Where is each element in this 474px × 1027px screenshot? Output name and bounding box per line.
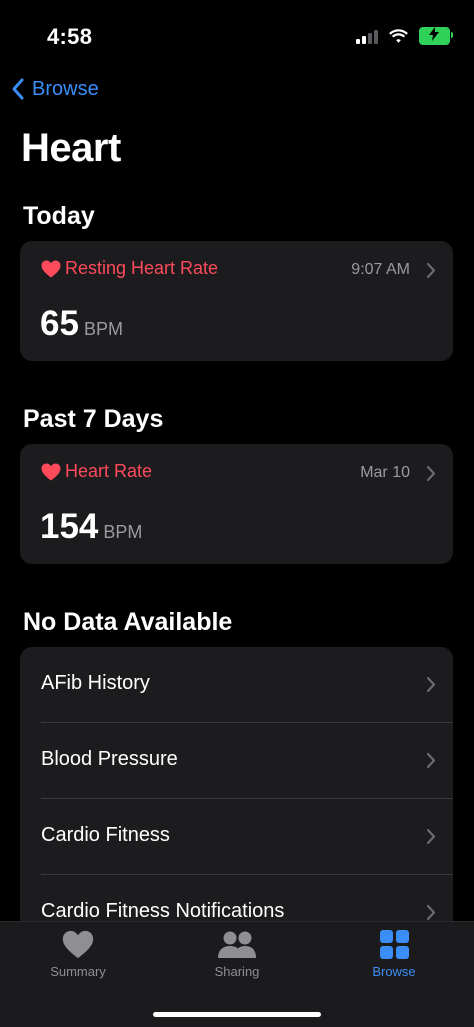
tab-summary[interactable]: Summary bbox=[18, 930, 138, 979]
list-item-label: Cardio Fitness Notifications bbox=[41, 900, 285, 922]
tab-label: Browse bbox=[372, 964, 416, 979]
list-item-cardio-fitness[interactable]: Cardio Fitness bbox=[20, 799, 453, 875]
heart-icon bbox=[62, 930, 94, 959]
heart-icon bbox=[41, 463, 61, 480]
no-data-list: AFib History Blood Pressure Cardio Fitne… bbox=[20, 647, 453, 947]
tab-bar: Summary Sharing Browse bbox=[0, 921, 474, 1027]
tab-browse[interactable]: Browse bbox=[334, 930, 454, 979]
metric-name: Heart Rate bbox=[65, 461, 153, 481]
people-icon bbox=[218, 931, 256, 958]
list-item-afib-history[interactable]: AFib History bbox=[20, 647, 453, 723]
metric-number: 65 bbox=[40, 304, 79, 343]
chevron-right-icon bbox=[426, 465, 436, 482]
chevron-right-icon bbox=[426, 262, 436, 279]
grid-icon bbox=[379, 930, 409, 959]
list-item-label: Blood Pressure bbox=[41, 748, 178, 770]
list-item-blood-pressure[interactable]: Blood Pressure bbox=[20, 723, 453, 799]
metric-unit: BPM bbox=[103, 522, 143, 542]
heart-icon bbox=[41, 260, 61, 277]
page-title: Heart bbox=[21, 126, 121, 170]
chevron-right-icon bbox=[426, 752, 436, 769]
back-button-label: Browse bbox=[32, 77, 99, 100]
list-item-label: Cardio Fitness bbox=[41, 824, 170, 846]
metric-name: Resting Heart Rate bbox=[65, 258, 219, 278]
section-title-today: Today bbox=[23, 202, 95, 230]
tab-label: Summary bbox=[50, 964, 106, 979]
status-icons bbox=[356, 27, 453, 45]
metric-value: 154 BPM bbox=[40, 507, 142, 547]
chevron-right-icon bbox=[426, 828, 436, 845]
wifi-icon bbox=[389, 29, 408, 43]
tab-label: Sharing bbox=[214, 964, 260, 979]
section-title-past-7-days: Past 7 Days bbox=[23, 405, 164, 433]
metric-number: 154 bbox=[40, 507, 99, 546]
status-time: 4:58 bbox=[47, 24, 93, 49]
back-button[interactable]: Browse bbox=[10, 77, 99, 101]
metric-value: 65 BPM bbox=[40, 304, 123, 344]
metric-header: Heart Rate bbox=[41, 461, 152, 482]
metric-unit: BPM bbox=[83, 319, 123, 339]
tab-sharing[interactable]: Sharing bbox=[177, 930, 297, 979]
chevron-right-icon bbox=[426, 676, 436, 693]
heart-rate-card[interactable]: Heart Rate Mar 10 154 BPM bbox=[20, 444, 453, 564]
status-bar: 4:58 bbox=[0, 0, 474, 70]
cellular-signal-icon bbox=[356, 28, 378, 44]
battery-icon bbox=[419, 27, 453, 45]
chevron-right-icon bbox=[426, 904, 436, 921]
resting-heart-rate-card[interactable]: Resting Heart Rate 9:07 AM 65 BPM bbox=[20, 241, 453, 361]
home-indicator[interactable] bbox=[153, 1012, 321, 1017]
metric-header: Resting Heart Rate bbox=[41, 258, 218, 279]
chevron-left-icon bbox=[12, 78, 24, 100]
section-title-no-data: No Data Available bbox=[23, 608, 233, 636]
metric-timestamp: Mar 10 bbox=[360, 464, 410, 481]
list-item-label: AFib History bbox=[41, 672, 150, 694]
metric-timestamp: 9:07 AM bbox=[351, 261, 410, 278]
